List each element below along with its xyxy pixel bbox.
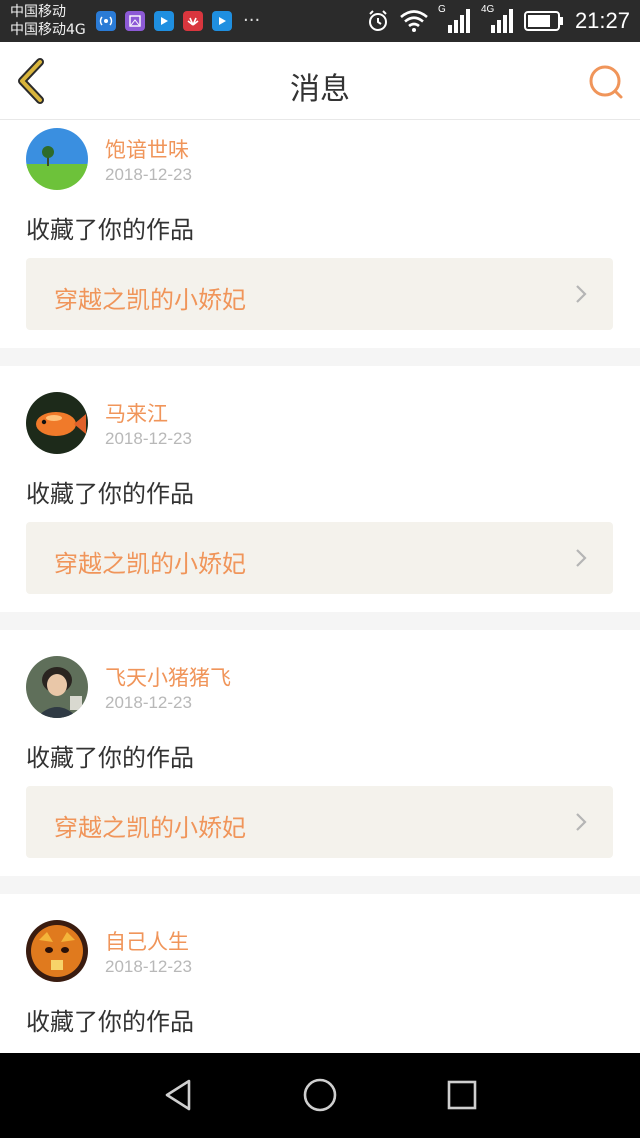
- chevron-right-icon: [576, 285, 587, 303]
- gallery-notification-icon: [125, 11, 145, 31]
- video-notification-2-icon: [212, 11, 232, 31]
- message-card: 飞天小猪猪飞 2018-12-23 收藏了你的作品 穿越之凯的小娇妃: [0, 630, 640, 876]
- user-name[interactable]: 饱谙世味: [105, 134, 189, 164]
- work-title: 穿越之凯的小娇妃: [54, 286, 246, 314]
- search-icon: [589, 65, 623, 99]
- message-list[interactable]: 饱谙世味 2018-12-23 收藏了你的作品 穿越之凯的小娇妃 马来江 201…: [0, 121, 640, 1053]
- triangle-back-icon: [165, 1079, 191, 1111]
- avatar[interactable]: [26, 392, 88, 454]
- work-title: 穿越之凯的小娇妃: [54, 814, 246, 842]
- avatar[interactable]: [26, 128, 88, 190]
- app-header: 消息: [0, 42, 640, 120]
- user-name[interactable]: 马来江: [105, 398, 168, 428]
- hotspot-notification-icon: [96, 11, 116, 31]
- user-name[interactable]: 自己人生: [105, 926, 189, 956]
- message-card: 马来江 2018-12-23 收藏了你的作品 穿越之凯的小娇妃: [0, 366, 640, 612]
- message-date: 2018-12-23: [105, 957, 192, 976]
- clock: 21:27: [574, 8, 630, 33]
- fish-avatar-icon: [26, 392, 88, 454]
- signal-g-icon: G: [438, 4, 472, 35]
- signal-4g-icon: 4G: [481, 4, 515, 35]
- video-notification-icon: [154, 11, 174, 31]
- more-notifications: ···: [243, 10, 261, 31]
- nav-back-button[interactable]: [158, 1075, 198, 1115]
- message-date: 2018-12-23: [105, 165, 192, 184]
- message-date: 2018-12-23: [105, 429, 192, 448]
- system-nav-bar: [0, 1053, 640, 1138]
- notification-icons: ···: [96, 11, 260, 31]
- page-title: 消息: [290, 72, 350, 107]
- status-bar: 中国移动 中国移动4G ··· G 4G 21:27: [0, 0, 640, 42]
- square-recent-icon: [447, 1080, 477, 1110]
- message-card: 饱谙世味 2018-12-23 收藏了你的作品 穿越之凯的小娇妃: [0, 121, 640, 348]
- carrier-info: 中国移动 中国移动4G: [10, 3, 86, 39]
- user-name[interactable]: 飞天小猪猪飞: [105, 662, 231, 692]
- avatar[interactable]: [26, 920, 88, 982]
- huawei-notification-icon: [183, 11, 203, 31]
- nav-home-button[interactable]: [300, 1075, 340, 1115]
- chevron-right-icon: [576, 549, 587, 567]
- message-action: 收藏了你的作品: [26, 216, 194, 244]
- chevron-right-icon: [576, 813, 587, 831]
- battery-icon: [523, 11, 563, 31]
- circle-home-icon: [303, 1078, 337, 1112]
- message-action: 收藏了你的作品: [26, 480, 194, 508]
- work-link[interactable]: 穿越之凯的小娇妃: [26, 258, 613, 330]
- nav-recent-button[interactable]: [442, 1075, 482, 1115]
- person-avatar-icon: [26, 656, 88, 718]
- work-link[interactable]: 穿越之凯的小娇妃: [26, 522, 613, 594]
- carrier-2: 中国移动4G: [10, 22, 86, 38]
- message-date: 2018-12-23: [105, 693, 192, 712]
- alarm-icon: [368, 10, 387, 31]
- avatar[interactable]: [26, 656, 88, 718]
- message-card: 自己人生 2018-12-23 收藏了你的作品: [0, 894, 640, 1053]
- carrier-1: 中国移动: [10, 4, 66, 20]
- search-button[interactable]: [586, 62, 626, 102]
- wifi-icon: [400, 10, 428, 32]
- status-right: G 4G 21:27: [366, 4, 630, 35]
- work-title: 穿越之凯的小娇妃: [54, 550, 246, 578]
- mask-avatar-icon: [26, 920, 88, 982]
- work-link[interactable]: 穿越之凯的小娇妃: [26, 786, 613, 858]
- message-action: 收藏了你的作品: [26, 744, 194, 772]
- message-action: 收藏了你的作品: [26, 1008, 194, 1036]
- landscape-avatar-icon: [26, 128, 88, 190]
